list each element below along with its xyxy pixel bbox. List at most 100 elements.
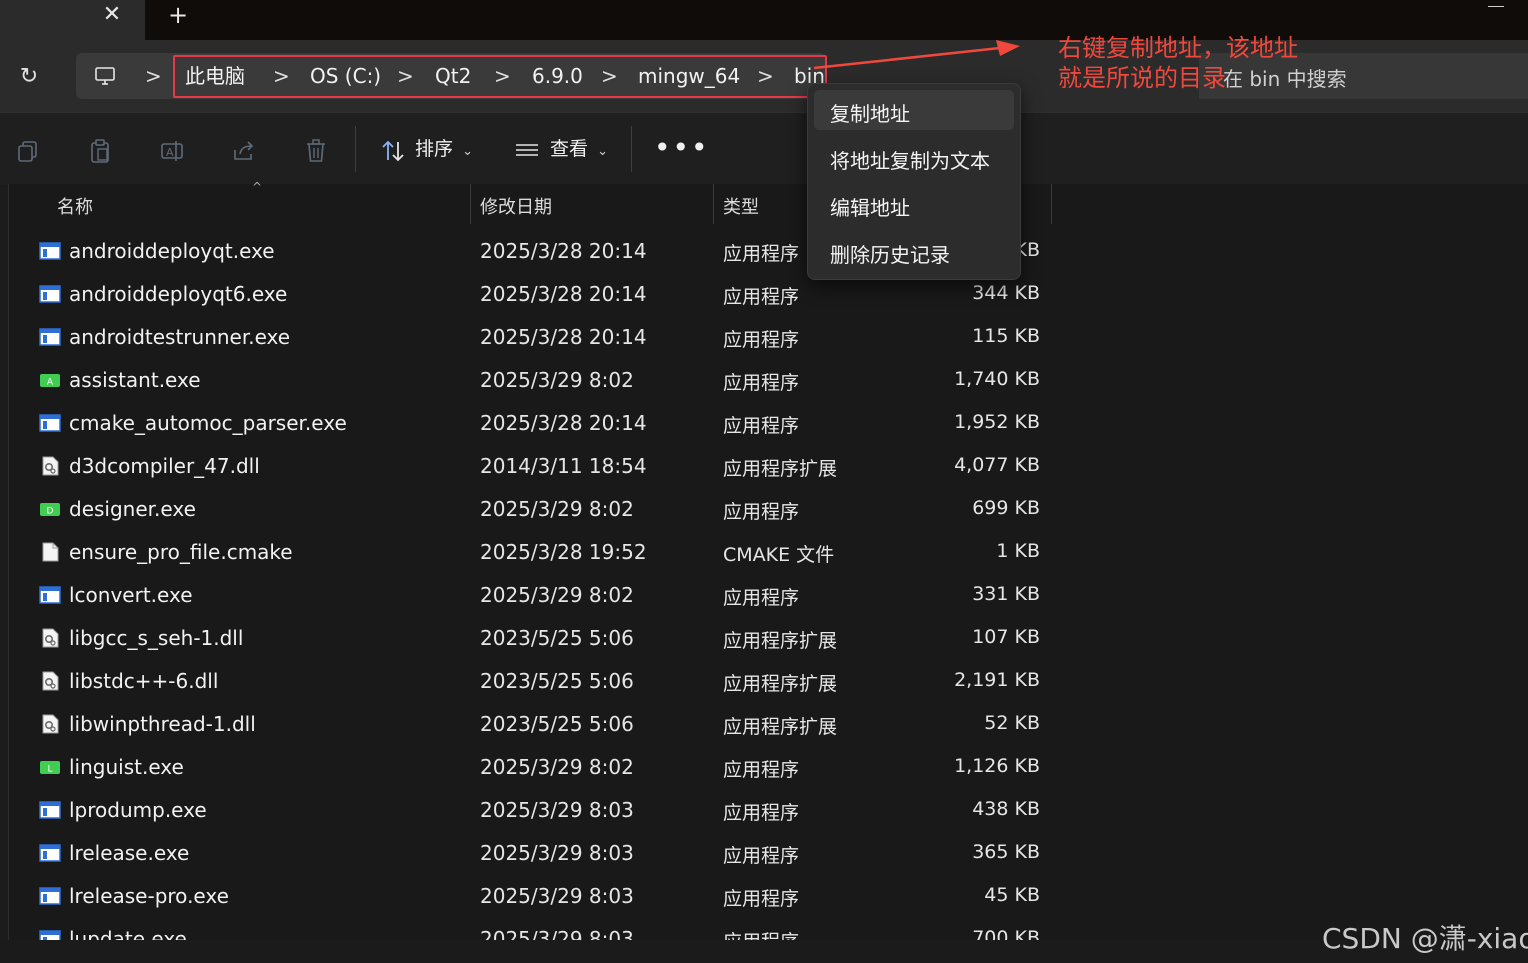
dll-gear-icon: [42, 671, 59, 691]
annotation-text: 右键复制地址，该地址 就是所说的目录: [1058, 33, 1298, 93]
view-icon[interactable]: [514, 138, 540, 164]
file-name: androiddeployqt.exe: [69, 239, 275, 263]
breadcrumb-qt2[interactable]: Qt2: [435, 64, 471, 88]
file-date: 2023/5/25 5:06: [480, 712, 634, 736]
file-row[interactable]: Ddesigner.exe 2025/3/29 8:02 应用程序 699 KB: [30, 487, 1050, 530]
file-name: libgcc_s_seh-1.dll: [69, 626, 244, 650]
menu-item-copy-address-as-text[interactable]: 将地址复制为文本: [814, 137, 1014, 177]
trash-icon[interactable]: [303, 138, 329, 164]
file-row[interactable]: androidtestrunner.exe 2025/3/28 20:14 应用程序…: [30, 315, 1050, 358]
file-row[interactable]: lconvert.exe 2025/3/29 8:02 应用程序 331 KB: [30, 573, 1050, 616]
chevron-right-icon[interactable]: >: [273, 64, 290, 88]
annotation-line-2: 就是所说的目录: [1058, 64, 1226, 92]
file-size: 438 KB: [972, 798, 1040, 820]
file-row[interactable]: lrelease.exe 2025/3/29 8:03 应用程序 365 KB: [30, 831, 1050, 874]
breadcrumb-version[interactable]: 6.9.0: [532, 64, 583, 88]
column-header-type[interactable]: 类型: [723, 193, 759, 219]
more-options-icon[interactable]: •••: [654, 134, 710, 162]
app-window-icon: [39, 887, 61, 905]
file-size: 331 KB: [972, 583, 1040, 605]
minimize-icon[interactable]: [1488, 0, 1504, 7]
file-type: 应用程序: [723, 501, 800, 523]
new-tab-icon[interactable]: +: [166, 2, 190, 28]
file-name: lrelease-pro.exe: [69, 884, 229, 908]
file-name: ensure_pro_file.cmake: [69, 540, 293, 564]
close-tab-icon[interactable]: ✕: [100, 2, 124, 28]
view-button[interactable]: 查看 ⌄: [550, 136, 608, 165]
file-type: 应用程序: [723, 329, 800, 351]
file-name: lrelease.exe: [69, 841, 190, 865]
column-header-name[interactable]: 名称: [57, 193, 93, 219]
chevron-right-icon[interactable]: >: [494, 64, 511, 88]
share-icon[interactable]: [231, 138, 257, 164]
column-header-date[interactable]: 修改日期: [480, 193, 552, 219]
dll-gear-icon: [42, 456, 59, 476]
file-row[interactable]: lrelease-pro.exe 2025/3/29 8:03 应用程序 45 KB: [30, 874, 1050, 917]
menu-item-copy-address[interactable]: 复制地址: [814, 90, 1014, 130]
menu-item-label: 编辑地址: [830, 196, 910, 220]
file-row[interactable]: libwinpthread-1.dll 2023/5/25 5:06 应用程序扩展 5…: [30, 702, 1050, 745]
file-name: cmake_automoc_parser.exe: [69, 411, 347, 435]
file-row[interactable]: libgcc_s_seh-1.dll 2023/5/25 5:06 应用程序扩展 10…: [30, 616, 1050, 659]
file-name: lprodump.exe: [69, 798, 207, 822]
file-type: 应用程序: [723, 286, 800, 308]
file-type: 应用程序扩展: [723, 630, 838, 652]
sort-button[interactable]: 排序 ⌄: [415, 136, 473, 165]
svg-text:A: A: [47, 378, 54, 388]
file-size: 365 KB: [972, 841, 1040, 863]
svg-text:D: D: [47, 507, 54, 517]
file-date: 2025/3/28 19:52: [480, 540, 647, 564]
file-size: 115 KB: [972, 325, 1040, 347]
refresh-icon[interactable]: ↻: [16, 64, 42, 90]
file-type: 应用程序: [723, 587, 800, 609]
breadcrumb-this-pc[interactable]: 此电脑: [185, 64, 245, 88]
chevron-down-icon: ⌄: [462, 144, 473, 159]
sort-icon[interactable]: [380, 138, 406, 164]
file-type: 应用程序: [723, 759, 800, 781]
paste-icon[interactable]: [87, 138, 113, 164]
file-row[interactable]: cmake_automoc_parser.exe 2025/3/28 20:14 应…: [30, 401, 1050, 444]
file-size: 107 KB: [972, 626, 1040, 648]
toolbar-divider: [631, 126, 632, 172]
file-size: 344 KB: [972, 282, 1040, 304]
file-size: 2,191 KB: [954, 669, 1040, 691]
column-divider[interactable]: [470, 184, 471, 224]
file-row[interactable]: Llinguist.exe 2025/3/29 8:02 应用程序 1,126 KB: [30, 745, 1050, 788]
tab-current[interactable]: ✕: [0, 0, 145, 40]
column-divider[interactable]: [1051, 184, 1052, 224]
sort-ascending-icon: ^: [252, 180, 263, 194]
sort-label: 排序: [415, 138, 454, 160]
file-name: designer.exe: [69, 497, 196, 521]
file-date: 2025/3/29 8:03: [480, 841, 634, 865]
breadcrumb-mingw[interactable]: mingw_64: [638, 64, 740, 88]
app-window-icon: [39, 844, 61, 862]
file-row[interactable]: libstdc++-6.dll 2023/5/25 5:06 应用程序扩展 2,191…: [30, 659, 1050, 702]
file-row[interactable]: ensure_pro_file.cmake 2025/3/28 19:52 CMAK…: [30, 530, 1050, 573]
breadcrumb-os-c[interactable]: OS (C:): [310, 64, 381, 88]
menu-item-edit-address[interactable]: 编辑地址: [814, 184, 1014, 224]
app-window-icon: [39, 414, 61, 432]
menu-item-delete-history[interactable]: 删除历史记录: [814, 231, 1014, 271]
file-type: 应用程序扩展: [723, 458, 838, 480]
file-row[interactable]: d3dcompiler_47.dll 2014/3/11 18:54 应用程序扩展 4…: [30, 444, 1050, 487]
file-name: linguist.exe: [69, 755, 184, 779]
chevron-right-icon[interactable]: >: [757, 64, 774, 88]
file-date: 2014/3/11 18:54: [480, 454, 647, 478]
chevron-right-icon[interactable]: >: [601, 64, 618, 88]
file-type: CMAKE 文件: [723, 544, 835, 566]
green-app-icon: L: [40, 761, 60, 775]
copy-icon[interactable]: [15, 138, 41, 164]
view-label: 查看: [550, 138, 589, 160]
file-row[interactable]: Aassistant.exe 2025/3/29 8:02 应用程序 1,740 KB: [30, 358, 1050, 401]
file-size: 45 KB: [984, 884, 1040, 906]
file-row[interactable]: lprodump.exe 2025/3/29 8:03 应用程序 438 KB: [30, 788, 1050, 831]
column-divider[interactable]: [713, 184, 714, 224]
file-date: 2025/3/29 8:02: [480, 755, 634, 779]
monitor-icon[interactable]: [93, 64, 117, 88]
chevron-down-icon: ⌄: [597, 144, 608, 159]
file-size: 699 KB: [972, 497, 1040, 519]
chevron-right-icon[interactable]: >: [397, 64, 414, 88]
rename-icon[interactable]: A: [159, 138, 185, 164]
file-date: 2025/3/29 8:03: [480, 798, 634, 822]
chevron-right-icon[interactable]: >: [145, 64, 162, 88]
